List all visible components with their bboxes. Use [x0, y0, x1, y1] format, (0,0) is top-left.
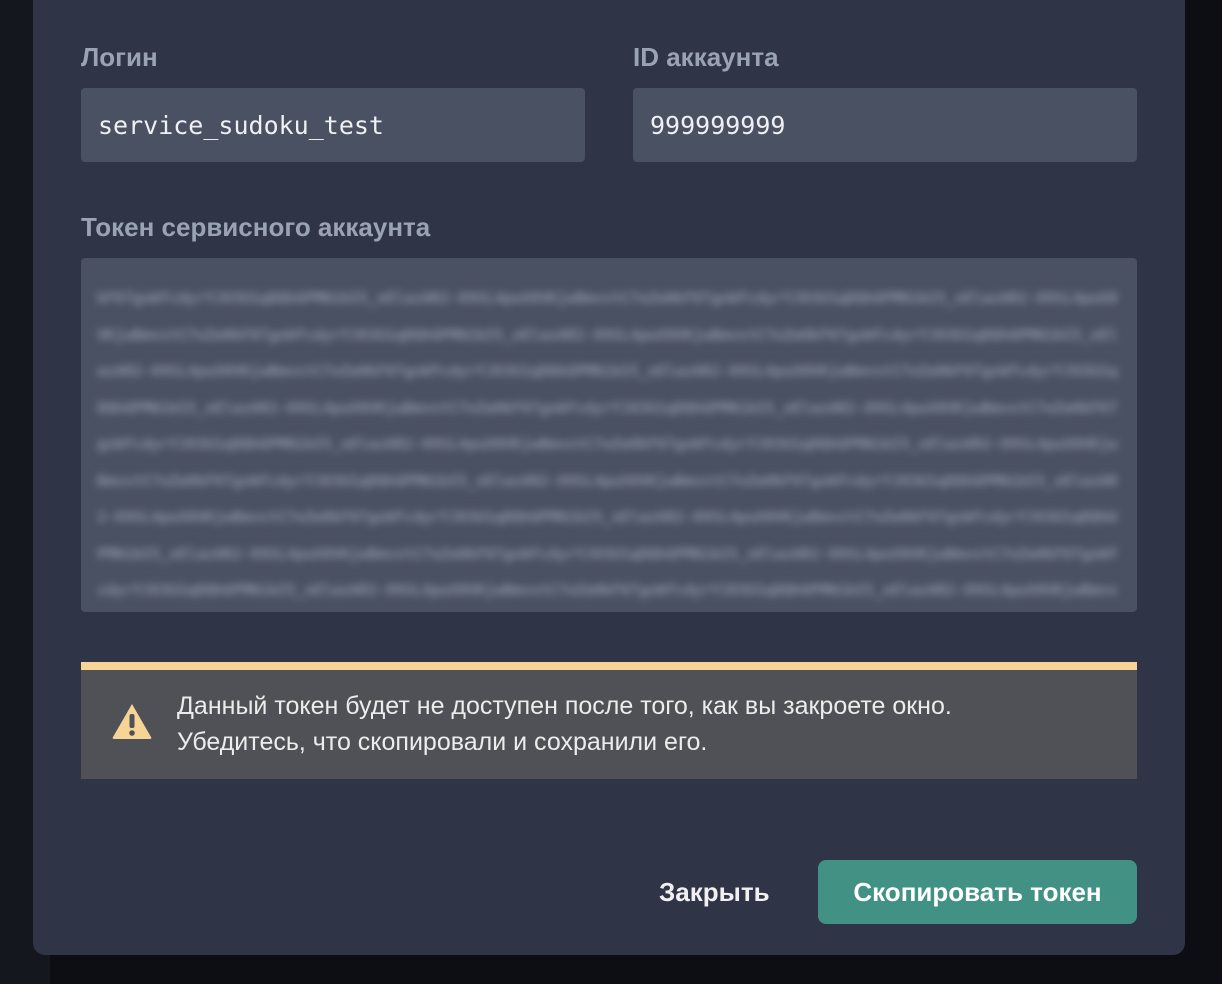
token-field[interactable]: kF6TgxWfcdyrYJO3U1qDQhGPMNibI5_nElazAR2-…: [81, 258, 1137, 612]
warning-line-1: Данный токен будет не доступен после тог…: [177, 692, 952, 720]
warning-banner: Данный токен будет не доступен после тог…: [81, 662, 1137, 779]
copy-token-button[interactable]: Скопировать токен: [818, 860, 1137, 924]
warning-triangle-icon: [111, 702, 153, 745]
service-account-token-dialog: Логин service_sudoku_test ID аккаунта 99…: [33, 0, 1185, 955]
blurred-token-text: kF6TgxWfcdyrYJO3U1qDQhGPMNibI5_nElazAR2-…: [97, 289, 1118, 599]
warning-line-2: Убедитесь, что скопировали и сохранили е…: [177, 728, 708, 756]
login-label: Логин: [81, 42, 158, 72]
login-field[interactable]: service_sudoku_test: [81, 88, 585, 162]
token-label: Токен сервисного аккаунта: [81, 212, 431, 242]
account-id-field[interactable]: 999999999: [633, 88, 1137, 162]
account-id-label: ID аккаунта: [633, 42, 779, 72]
close-button[interactable]: Закрыть: [645, 860, 784, 924]
